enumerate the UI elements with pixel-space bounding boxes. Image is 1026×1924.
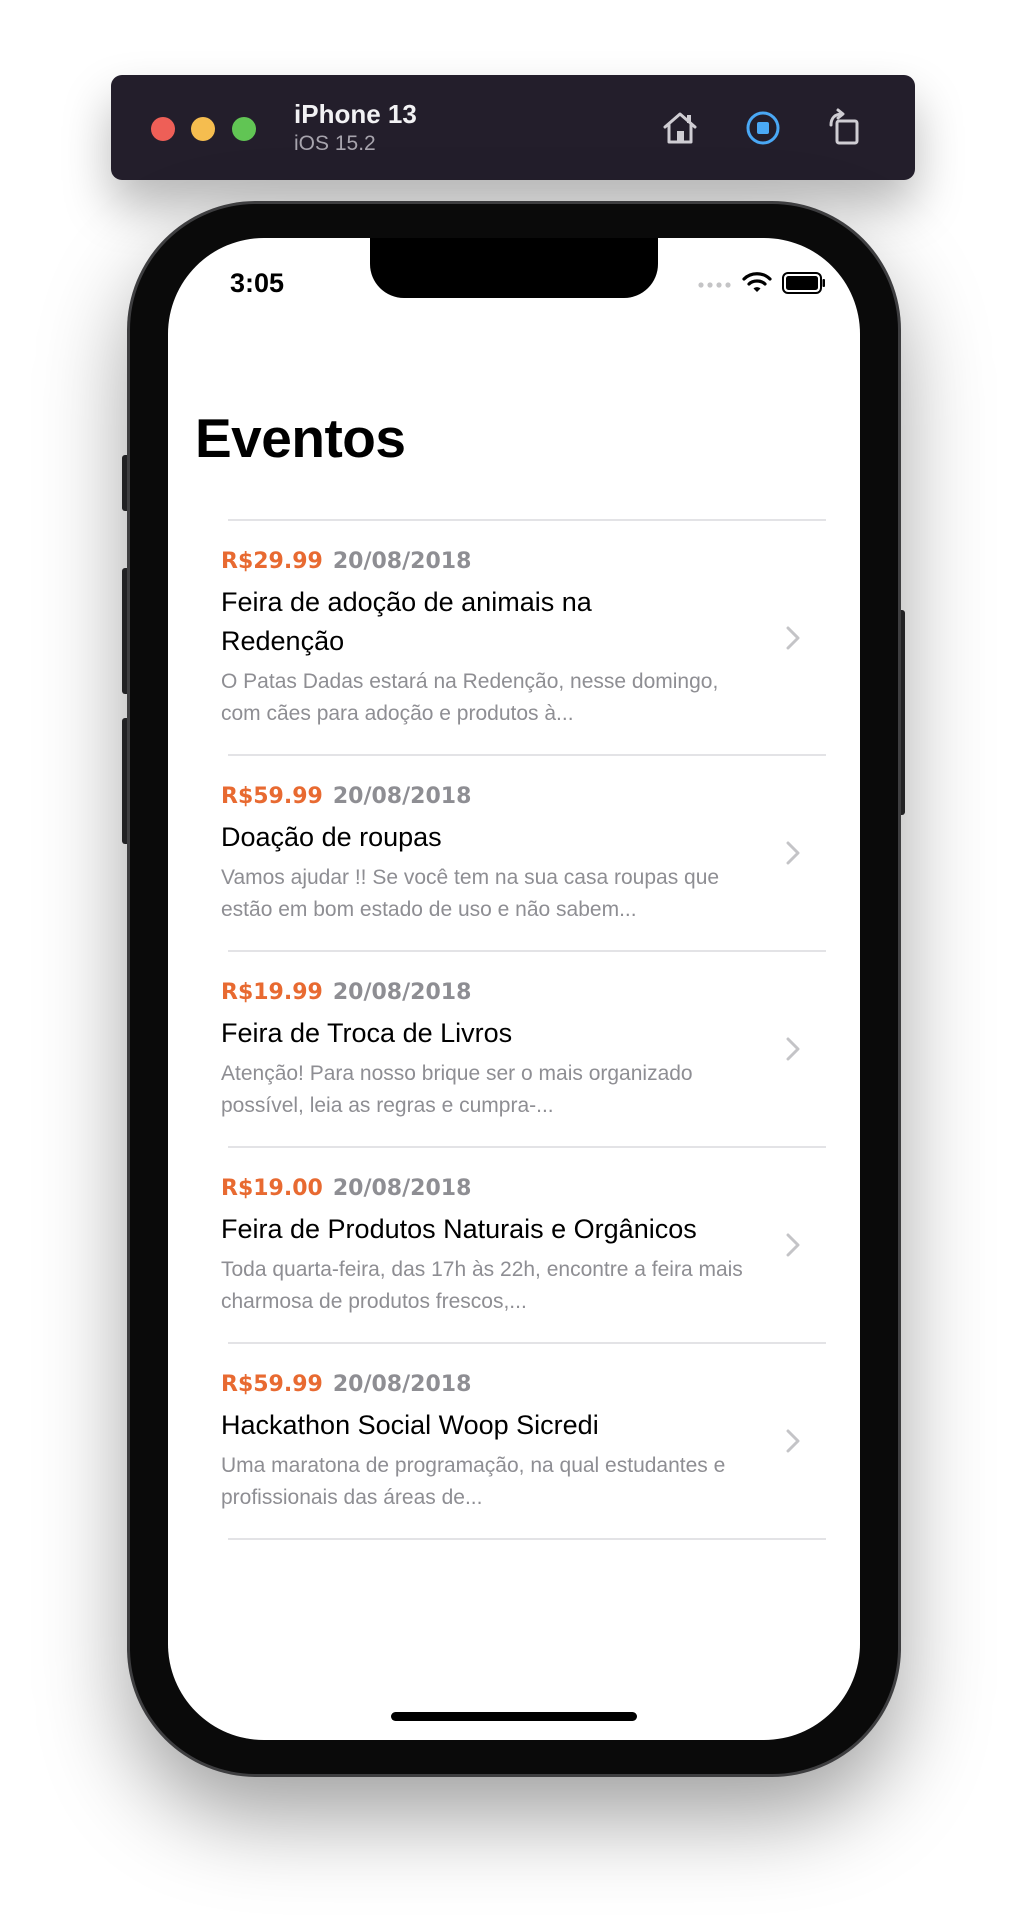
event-date: 20/08/2018 (332, 1372, 472, 1397)
device-name: iPhone 13 (294, 99, 417, 129)
event-price: R$59.99 (221, 784, 323, 809)
event-title: Feira de adoção de animais na Redenção (221, 587, 592, 656)
status-time: 3:05 (230, 268, 285, 298)
event-meta: R$19.00 20/08/2018 (221, 1174, 760, 1204)
event-description: Uma maratona de programação, na qual est… (221, 1454, 726, 1509)
event-title: Doação de roupas (221, 822, 442, 852)
event-title: Feira de Produtos Naturais e Orgânicos (221, 1214, 697, 1244)
chevron-right-icon (786, 1037, 800, 1061)
event-title: Hackathon Social Woop Sicredi (221, 1410, 599, 1440)
event-price: R$59.99 (221, 1372, 323, 1397)
event-row[interactable]: R$59.99 20/08/2018 Doação de roupas Vamos… (168, 756, 860, 950)
screenshot-icon[interactable] (742, 107, 784, 149)
status-icons (698, 270, 828, 294)
event-date: 20/08/2018 (332, 549, 472, 574)
page-title: Eventos (195, 407, 406, 469)
event-meta: R$29.99 20/08/2018 (221, 547, 760, 577)
chevron-right-icon (786, 626, 800, 649)
event-date: 20/08/2018 (332, 1176, 472, 1201)
rotate-icon[interactable] (824, 107, 866, 149)
simulator-scene: iPhone 13 iOS 15.2 3:05 Eventos R$29.99 … (0, 0, 1026, 1924)
home-indicator[interactable] (391, 1712, 637, 1721)
zoom-window-button[interactable] (232, 117, 256, 141)
event-row[interactable]: R$59.99 20/08/2018 Hackathon Social Woop … (168, 1344, 860, 1538)
event-description: Vamos ajudar !! Se você tem na sua casa … (221, 866, 720, 921)
event-meta: R$19.99 20/08/2018 (221, 978, 760, 1008)
event-description: Atenção! Para nosso brique ser o mais or… (221, 1062, 693, 1117)
events-table: R$29.99 20/08/2018 Feira de adoção de ani… (168, 519, 860, 1540)
event-meta: R$59.99 20/08/2018 (221, 1370, 760, 1400)
separator (228, 1538, 826, 1540)
event-description: Toda quarta-feira, das 17h às 22h, encon… (221, 1258, 743, 1313)
chevron-right-icon (786, 841, 800, 865)
home-icon[interactable] (659, 107, 701, 149)
event-title: Feira de Troca de Livros (221, 1018, 513, 1048)
close-window-button[interactable] (151, 117, 175, 141)
event-meta: R$59.99 20/08/2018 (221, 782, 760, 812)
event-price: R$29.99 (221, 549, 323, 574)
chevron-right-icon (786, 1233, 800, 1257)
notch (370, 238, 658, 298)
battery-icon (782, 272, 825, 294)
event-price: R$19.00 (221, 1176, 323, 1201)
event-description: O Patas Dadas estará na Redenção, nesse … (221, 670, 719, 725)
event-price: R$19.99 (221, 980, 323, 1005)
event-row[interactable]: R$19.00 20/08/2018 Feira de Produtos Natu… (168, 1148, 860, 1342)
minimize-window-button[interactable] (191, 117, 215, 141)
device-os-version: iOS 15.2 (294, 132, 376, 155)
event-row[interactable]: R$19.99 20/08/2018 Feira de Troca de Livr… (168, 952, 860, 1146)
chevron-right-icon (786, 1429, 800, 1453)
event-date: 20/08/2018 (332, 784, 472, 809)
event-date: 20/08/2018 (332, 980, 472, 1005)
event-row[interactable]: R$29.99 20/08/2018 Feira de adoção de ani… (168, 521, 860, 754)
wifi-icon (742, 272, 772, 292)
phone-screen: 3:05 Eventos R$29.99 20/08/2018 Feira de… (168, 238, 860, 1740)
simulator-toolbar: iPhone 13 iOS 15.2 (111, 75, 915, 180)
cellular-dots-icon (698, 282, 731, 288)
